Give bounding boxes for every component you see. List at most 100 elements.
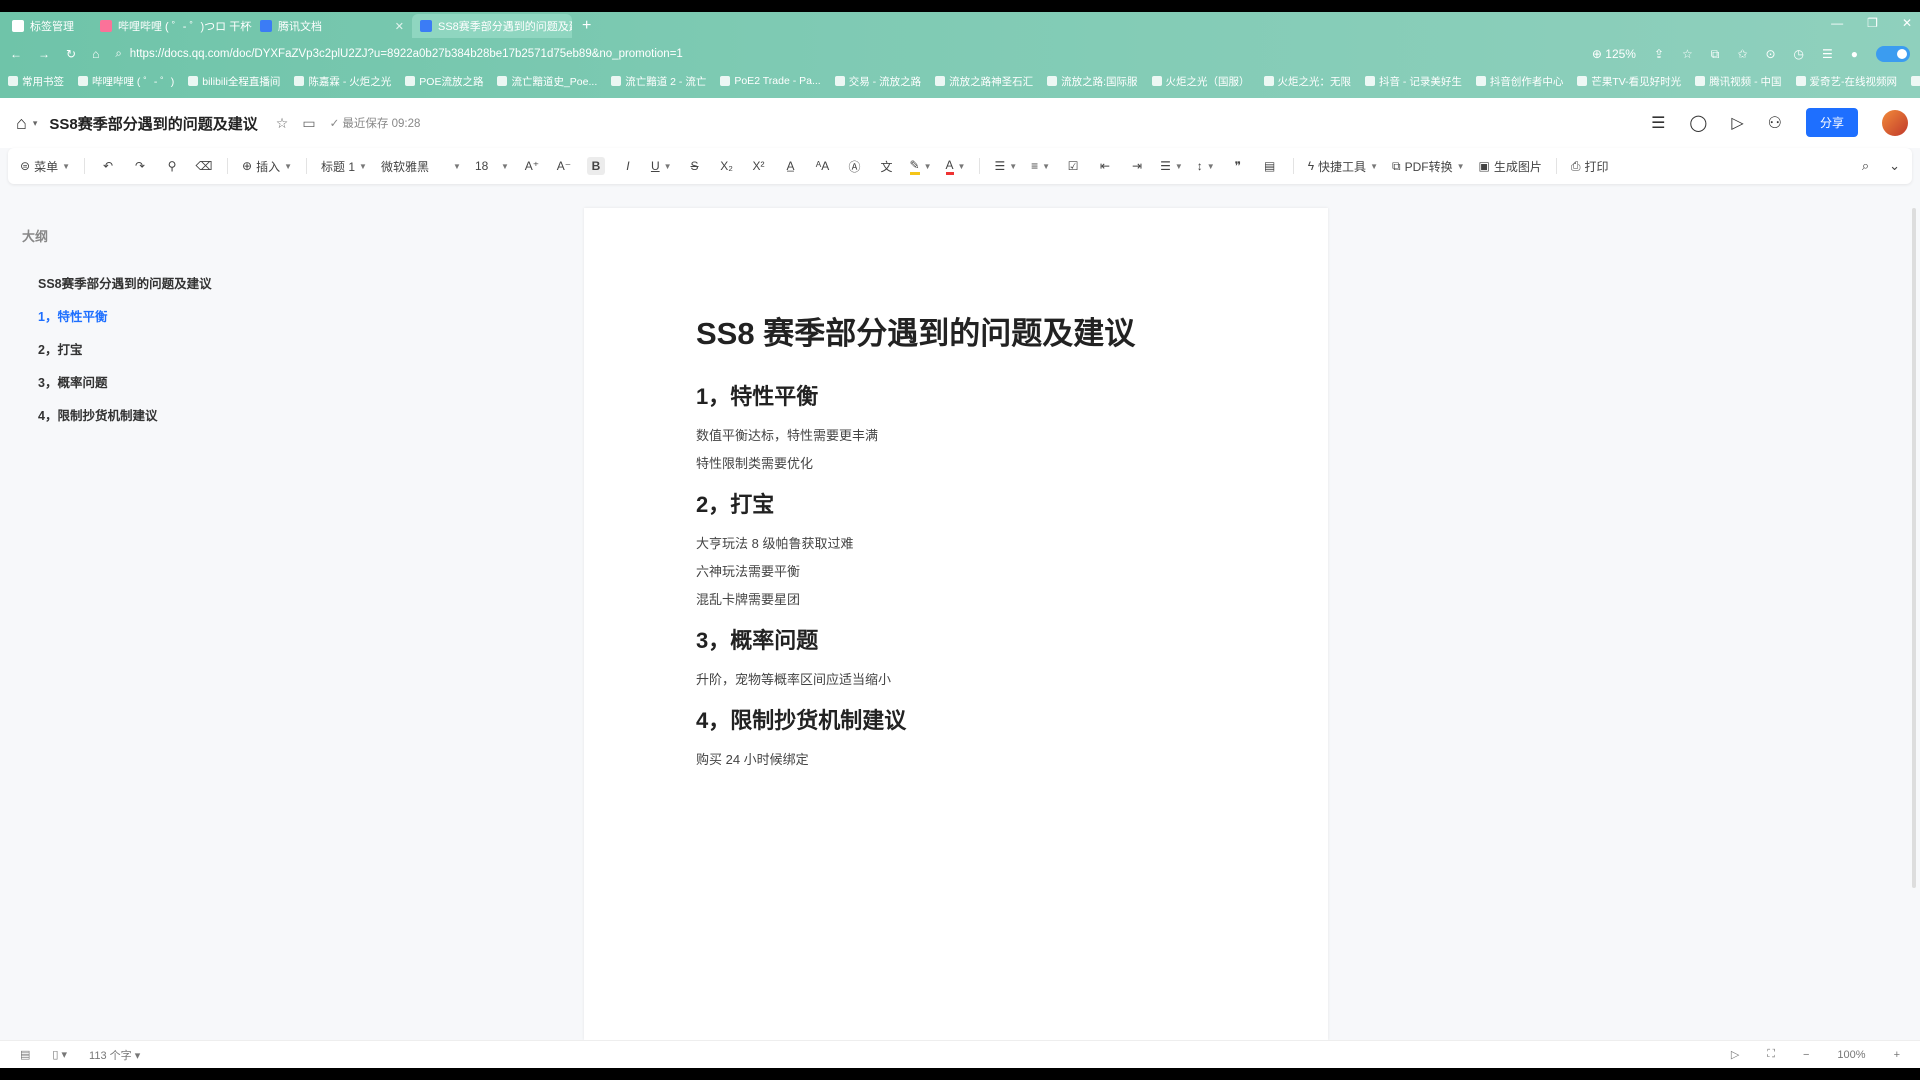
outline-item-2[interactable]: 2，打宝 [38,339,282,358]
bookmark-item[interactable]: 常用书签 [8,74,64,89]
new-tab-button[interactable]: + [572,17,601,35]
home-icon[interactable]: ⌂ [16,113,27,134]
extension-icon[interactable]: ⧉ [1711,47,1720,62]
bookmark-item[interactable]: 芒果TV-看见好时光 [1577,74,1681,89]
font-select[interactable]: 微软雅黑 ▼ [381,158,461,175]
share-page-icon[interactable]: ⇪ [1654,47,1664,61]
redo-icon[interactable]: ↷ [131,157,149,175]
outline-item-title[interactable]: SS8赛季部分遇到的问题及建议 [38,273,282,292]
underline-button[interactable]: U ▼ [651,159,672,173]
downloads-icon[interactable]: ⊙ [1765,47,1775,61]
bookmark-item[interactable]: 交易 - 流放之路 [834,74,921,89]
play-icon[interactable]: ▷ [1731,1048,1739,1061]
outline-item-4[interactable]: 4，限制抄货机制建议 [38,405,282,424]
tab-current-doc[interactable]: SS8赛季部分遇到的问题及建议 ✕ [412,14,572,38]
decrease-font-icon[interactable]: A⁻ [555,157,573,175]
char-scale-icon[interactable]: ᴬA [814,157,832,175]
list-icon[interactable]: ☰ [1651,113,1665,133]
italic-icon[interactable]: I [619,157,637,175]
spacing-icon[interactable]: A̲ [782,157,800,175]
bookmark-item[interactable]: 流放之路神圣石汇 [935,74,1033,89]
bookmark-item[interactable]: 流放之路:国际服 [1047,74,1138,89]
bookmark-item[interactable]: 爱奇艺-在线视频网 [1795,74,1897,89]
circled-char-icon[interactable]: Ⓐ [846,157,864,175]
bookmark-item[interactable]: 哔哩哔哩 ( ゜- ゜) [78,74,174,89]
share-button[interactable]: 分享 [1805,108,1858,137]
reload-icon[interactable]: ↻ [66,47,76,61]
back-icon[interactable]: ← [10,47,22,61]
subscript-icon[interactable]: X₂ [718,157,736,175]
word-count[interactable]: 113 个字 ▾ [89,1047,140,1063]
comment-icon[interactable]: ◯ [1689,113,1707,133]
size-select[interactable]: 18 ▼ [475,159,509,173]
zoom-in-icon[interactable]: + [1894,1049,1900,1061]
add-collaborator-icon[interactable]: ⚇ [1768,113,1782,133]
folder-icon[interactable]: ▭ [302,115,315,132]
outline-toggle-icon[interactable]: ▤ [20,1048,30,1061]
bookmark-item[interactable]: 火炬之光：无限 [1263,74,1351,89]
bookmark-item[interactable]: 火炬之光（国服） [1151,74,1250,89]
zoom-indicator[interactable]: ⊕ 125% [1592,47,1636,61]
menu-button[interactable]: ⊜ 菜单 ▼ [20,158,70,175]
search-icon[interactable]: ⌕ [1862,158,1869,174]
bookmark-item[interactable]: 抖音创作者中心 [1475,74,1563,89]
zoom-out-icon[interactable]: − [1803,1049,1809,1061]
star-icon[interactable]: ☆ [276,115,289,132]
bold-icon[interactable]: B [586,157,605,175]
zoom-level[interactable]: 100% [1837,1049,1865,1061]
quote-icon[interactable]: ❞ [1229,157,1247,175]
increase-font-icon[interactable]: A⁺ [523,157,541,175]
indent-icon[interactable]: ⇥ [1128,157,1146,175]
avatar[interactable] [1882,109,1908,136]
pdf-convert-button[interactable]: ⧉ PDF转换 ▼ [1392,158,1465,175]
bookmark-item[interactable]: PoE2 Trade - Pa... [720,75,821,87]
font-color-button[interactable]: A ▼ [945,158,965,175]
close-window-icon[interactable]: ✕ [1902,16,1912,30]
bookmark-item[interactable]: 流亡黯道 2 - 流亡 [611,74,706,89]
generate-image-button[interactable]: ▣ 生成图片 [1479,158,1542,175]
tab-bookmark-manager[interactable]: 标签管理 [4,14,92,38]
quick-tools-button[interactable]: ϟ 快捷工具 ▼ [1308,158,1378,175]
bookmark-item[interactable]: 流亡黯道史_Poe... [497,74,597,89]
align-button[interactable]: ☰ ▼ [1160,159,1183,173]
outline-item-3[interactable]: 3，概率问题 [38,372,282,391]
forward-icon[interactable]: → [38,47,50,61]
print-button[interactable]: ⎙ 打印 [1571,158,1609,175]
insert-button[interactable]: ⊕ 插入 ▼ [242,158,292,175]
fullscreen-icon[interactable]: ⛶ [1767,1048,1775,1061]
bookmark-item[interactable]: 腾讯视频 - 中国 [1695,74,1782,89]
eraser-icon[interactable]: ⌫ [195,157,213,175]
style-select[interactable]: 标题 1 ▼ [321,158,367,175]
highlight-button[interactable]: ✎ ▼ [909,158,932,175]
cloud-toggle[interactable] [1876,46,1910,62]
outline-item-1[interactable]: 1，特性平衡 [38,306,282,325]
history-icon[interactable]: ◷ [1794,47,1804,61]
minimize-icon[interactable]: — [1831,16,1843,30]
paragraph-icon[interactable]: ▤ [1261,157,1279,175]
address-bar[interactable]: ⌕ https://docs.qq.com/doc/DYXFaZVp3c2plU… [115,48,1576,61]
bookmark-item[interactable]: bilibili全程直播间 [188,74,280,89]
profile-icon[interactable]: ● [1851,47,1858,61]
menu-icon[interactable]: ☰ [1822,47,1833,61]
bookmark-item[interactable]: POE流放之路 [405,74,483,89]
strikethrough-icon[interactable]: S [686,157,704,175]
line-spacing-button[interactable]: ↕ ▼ [1197,159,1215,173]
bullet-list-button[interactable]: ☰ ▼ [994,159,1017,173]
superscript-icon[interactable]: X² [750,157,768,175]
tab-tencent-docs[interactable]: 腾讯文档 ✕ [252,14,412,38]
format-painter-icon[interactable]: ⚲ [163,157,181,175]
bookmark-item[interactable]: 优酷 - 这世界很酷 [1911,74,1920,89]
doc-title[interactable]: SS8赛季部分遇到的问题及建议 [49,113,257,134]
home-page-icon[interactable]: ⌂ [92,47,99,61]
chevron-down-icon[interactable]: ▾ [33,118,38,129]
outdent-icon[interactable]: ⇤ [1096,157,1114,175]
favorite-icon[interactable]: ☆ [1682,47,1693,61]
restore-icon[interactable]: ❐ [1867,16,1878,30]
tab-bilibili[interactable]: 哔哩哔哩 ( ゜- ゜)つロ 干杯~-b ✕ [92,14,252,38]
collapse-icon[interactable]: ⌄ [1889,158,1900,174]
page-view-icon[interactable]: ▯ ▾ [52,1048,67,1061]
present-icon[interactable]: ▷ [1731,113,1743,133]
collections-icon[interactable]: ✩ [1737,47,1747,61]
bookmark-item[interactable]: 陈嘉霖 - 火炬之光 [294,74,391,89]
document-page[interactable]: SS8 赛季部分遇到的问题及建议 1，特性平衡 数值平衡达标，特性需要更丰满 特… [584,208,1328,1040]
